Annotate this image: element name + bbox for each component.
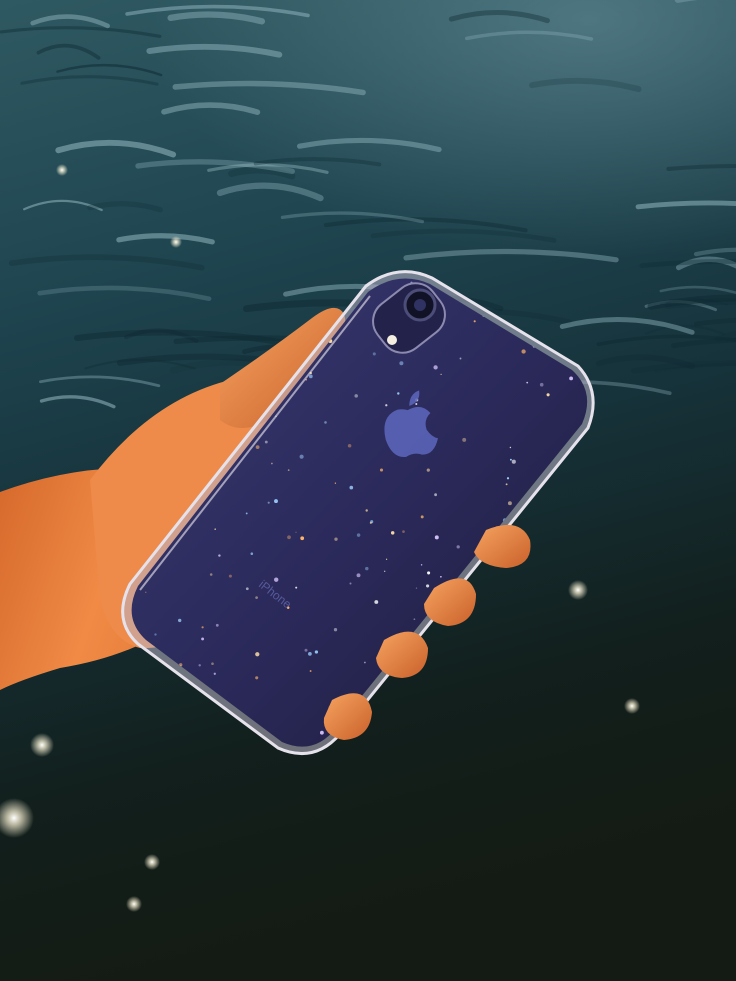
glitter-speck [211, 662, 214, 666]
glitter-speck [324, 421, 327, 424]
glitter-speck [509, 458, 512, 461]
glitter-speck [379, 468, 384, 472]
glitter-speck [415, 402, 418, 406]
glitter-speck [274, 577, 279, 582]
glitter-speck [300, 536, 305, 541]
sun-glint [56, 164, 68, 176]
glitter-speck [505, 483, 508, 486]
glitter-speck [413, 618, 416, 621]
glitter-speck [245, 512, 248, 515]
glitter-speck [201, 637, 205, 641]
glitter-speck [365, 566, 369, 571]
glitter-speck [385, 404, 388, 407]
glitter-speck [473, 320, 476, 323]
sun-glint [568, 580, 588, 600]
glitter-speck [255, 652, 260, 657]
glitter-speck [309, 670, 312, 672]
glitter-speck [295, 531, 297, 533]
glitter-speck [364, 661, 366, 664]
glitter-speck [215, 623, 219, 627]
glitter-speck [250, 552, 254, 555]
glitter-speck [255, 445, 260, 449]
sun-glint [624, 698, 640, 714]
glitter-speck [334, 537, 338, 541]
glitter-speck [334, 482, 337, 484]
glitter-speck [433, 365, 438, 370]
glitter-speck [509, 446, 512, 449]
glitter-speck [374, 600, 379, 604]
glitter-speck [507, 501, 512, 506]
glitter-speck [198, 664, 201, 667]
flash-icon [387, 335, 397, 345]
glitter-speck [546, 393, 550, 397]
photo-canvas: iPhone [0, 0, 736, 981]
glitter-speck [209, 573, 213, 576]
glitter-speck [511, 459, 516, 464]
glitter-speck [390, 531, 395, 535]
glitter-speck [420, 564, 423, 566]
glitter-speck [145, 591, 147, 594]
glitter-speck [539, 382, 544, 387]
glitter-speck [255, 676, 259, 680]
glitter-speck [440, 373, 442, 376]
glitter-speck [462, 437, 467, 442]
sun-glint [126, 896, 142, 912]
glitter-speck [426, 468, 430, 472]
glitter-speck [349, 582, 352, 585]
glitter-speck [427, 571, 431, 575]
glitter-speck [201, 626, 204, 629]
glitter-speck [347, 444, 352, 448]
glitter-speck [228, 574, 232, 578]
glitter-speck [383, 570, 386, 573]
glitter-speck [356, 573, 361, 578]
glitter-speck [399, 361, 404, 366]
glitter-speck [295, 586, 298, 589]
glitter-speck [333, 628, 338, 632]
glitter-speck [420, 515, 424, 519]
glitter-speck [521, 349, 526, 354]
glitter-speck [304, 648, 308, 652]
glitter-speck [569, 376, 574, 381]
glitter-speck [308, 374, 313, 379]
glitter-speck [372, 352, 376, 356]
glitter-speck [213, 672, 216, 675]
glitter-speck [264, 440, 268, 444]
glitter-speck [356, 533, 361, 537]
glitter-speck [397, 392, 400, 395]
glitter-speck [178, 618, 182, 623]
glitter-speck [218, 554, 221, 557]
glitter-speck [270, 462, 273, 465]
glitter-speck [402, 530, 405, 533]
glitter-speck [434, 493, 437, 497]
glitter-speck [314, 650, 319, 654]
glitter-speck [319, 730, 324, 735]
glitter-speck [434, 535, 439, 540]
glitter-speck [456, 545, 460, 549]
glitter-speck [385, 558, 388, 560]
sun-glint [144, 854, 160, 870]
glitter-speck [369, 521, 372, 524]
glitter-speck [526, 381, 529, 384]
glitter-speck [415, 587, 418, 589]
glitter-speck [154, 633, 157, 636]
glitter-speck [267, 501, 270, 504]
glitter-speck [308, 652, 312, 656]
glitter-speck [426, 584, 430, 588]
glitter-speck [354, 394, 358, 398]
glitter-speck [365, 509, 368, 512]
photo-scene: iPhone [0, 0, 736, 981]
glitter-speck [459, 357, 462, 360]
glitter-speck [506, 477, 510, 480]
glitter-speck [245, 587, 249, 591]
glitter-speck [274, 499, 278, 504]
glitter-speck [214, 528, 216, 530]
glitter-speck [349, 485, 354, 490]
sun-glint [30, 733, 54, 757]
glitter-speck [299, 454, 304, 459]
glitter-speck [255, 596, 258, 599]
glitter-speck [287, 535, 291, 540]
glitter-speck [287, 469, 290, 471]
glitter-speck [440, 575, 442, 578]
sun-glint [170, 236, 182, 248]
